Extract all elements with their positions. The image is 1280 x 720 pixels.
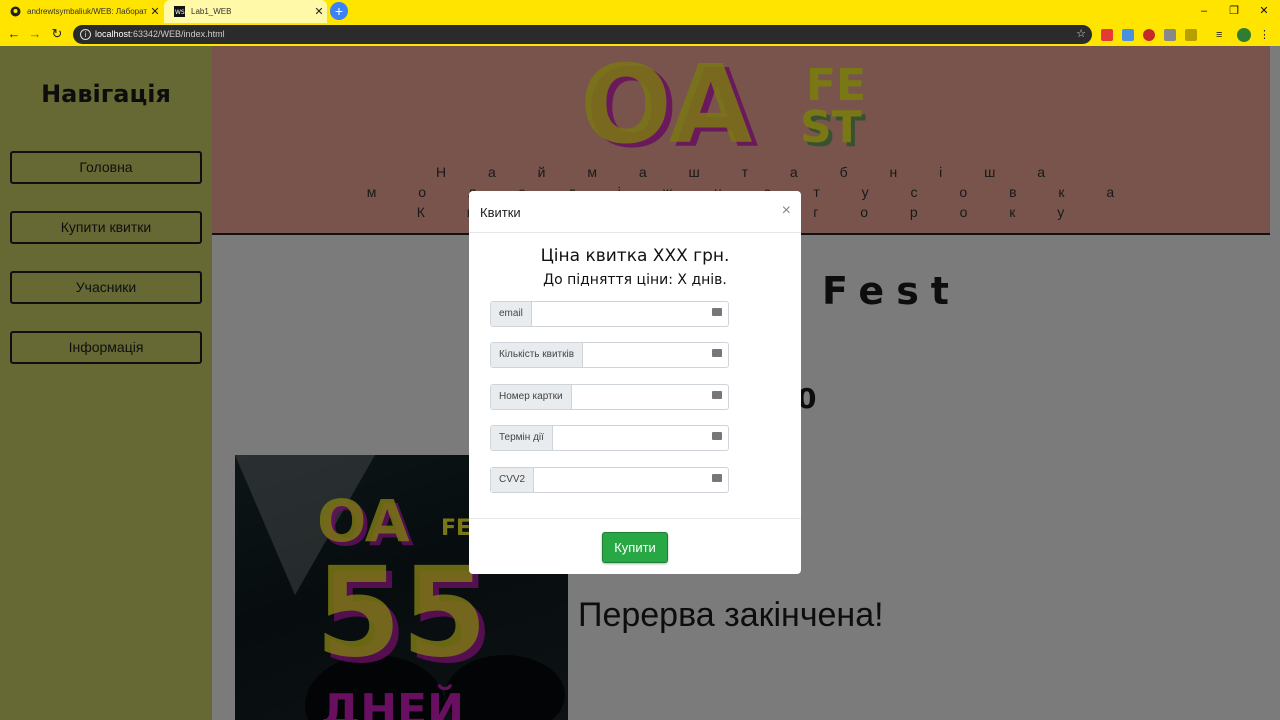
autofill-icon[interactable] [712, 308, 722, 316]
tab-lab1[interactable]: WS Lab1_WEB ✕ [164, 0, 327, 23]
avatar[interactable] [1237, 28, 1251, 42]
ticket-count-label: Кількість квитків [491, 343, 584, 367]
autofill-icon[interactable] [712, 432, 722, 440]
price-countdown: До підняття ціни: X днів. [543, 272, 727, 288]
autofill-icon[interactable] [712, 391, 722, 399]
svg-text:WS: WS [175, 9, 185, 16]
card-number-field[interactable]: Номер картки [490, 384, 729, 410]
restore-icon[interactable]: ❐ [1218, 0, 1250, 23]
autofill-icon[interactable] [712, 474, 722, 482]
extension-icon[interactable] [1101, 29, 1113, 41]
address-bar[interactable]: i localhost:63342/WEB/index.html ☆ [73, 25, 1092, 44]
minimize-icon[interactable]: – [1188, 0, 1220, 23]
info-icon[interactable]: i [80, 29, 91, 40]
modal-footer: Купити [469, 518, 801, 574]
tab-title: Lab1_WEB [191, 7, 232, 16]
autofill-icon[interactable] [712, 349, 722, 357]
expiry-label: Термін дії [491, 426, 553, 450]
new-tab-button[interactable]: + [330, 2, 348, 20]
cvv-label: CVV2 [491, 468, 535, 492]
tab-title: andrewtsymbaliuk/WEB: Лаборат [27, 7, 147, 16]
extension-icon[interactable] [1143, 29, 1155, 41]
browser-toolbar: ← → ↻ i localhost:63342/WEB/index.html ☆… [0, 23, 1280, 46]
email-field[interactable]: email [490, 301, 729, 327]
translate-icon[interactable] [1122, 29, 1134, 41]
modal-header: Квитки × [469, 191, 801, 233]
github-icon [10, 6, 21, 17]
close-modal-button[interactable]: × [782, 202, 791, 220]
extension-icon[interactable] [1164, 29, 1176, 41]
buy-button[interactable]: Купити [602, 532, 668, 563]
reading-list-icon[interactable]: ≡ [1216, 29, 1228, 41]
url-path: :63342/WEB/index.html [130, 29, 225, 39]
tab-github[interactable]: andrewtsymbaliuk/WEB: Лаборат ✕ [0, 0, 163, 23]
close-window-icon[interactable]: ✕ [1248, 0, 1280, 23]
modal-title: Квитки [480, 205, 521, 220]
ticket-price: Ціна квитка XXX грн. [540, 246, 730, 266]
bookmark-star-icon[interactable]: ☆ [1076, 25, 1086, 44]
forward-icon[interactable]: → [27, 26, 43, 42]
menu-icon[interactable]: ⋮ [1259, 29, 1271, 41]
webstorm-icon: WS [174, 6, 185, 17]
ticket-count-field[interactable]: Кількість квитків [490, 342, 729, 368]
card-number-label: Номер картки [491, 385, 572, 409]
close-tab-icon[interactable]: ✕ [147, 5, 163, 18]
expiry-field[interactable]: Термін дії [490, 425, 729, 451]
extension-icon[interactable] [1185, 29, 1197, 41]
reload-icon[interactable]: ↻ [49, 26, 65, 42]
tickets-modal: Квитки × Ціна квитка XXX грн. До піднятт… [469, 191, 801, 574]
tab-strip: andrewtsymbaliuk/WEB: Лаборат ✕ WS Lab1_… [0, 0, 1280, 23]
back-icon[interactable]: ← [6, 26, 22, 42]
close-tab-icon[interactable]: ✕ [311, 5, 327, 18]
url-host: localhost [95, 29, 131, 39]
email-label: email [491, 302, 532, 326]
cvv-field[interactable]: CVV2 [490, 467, 729, 493]
